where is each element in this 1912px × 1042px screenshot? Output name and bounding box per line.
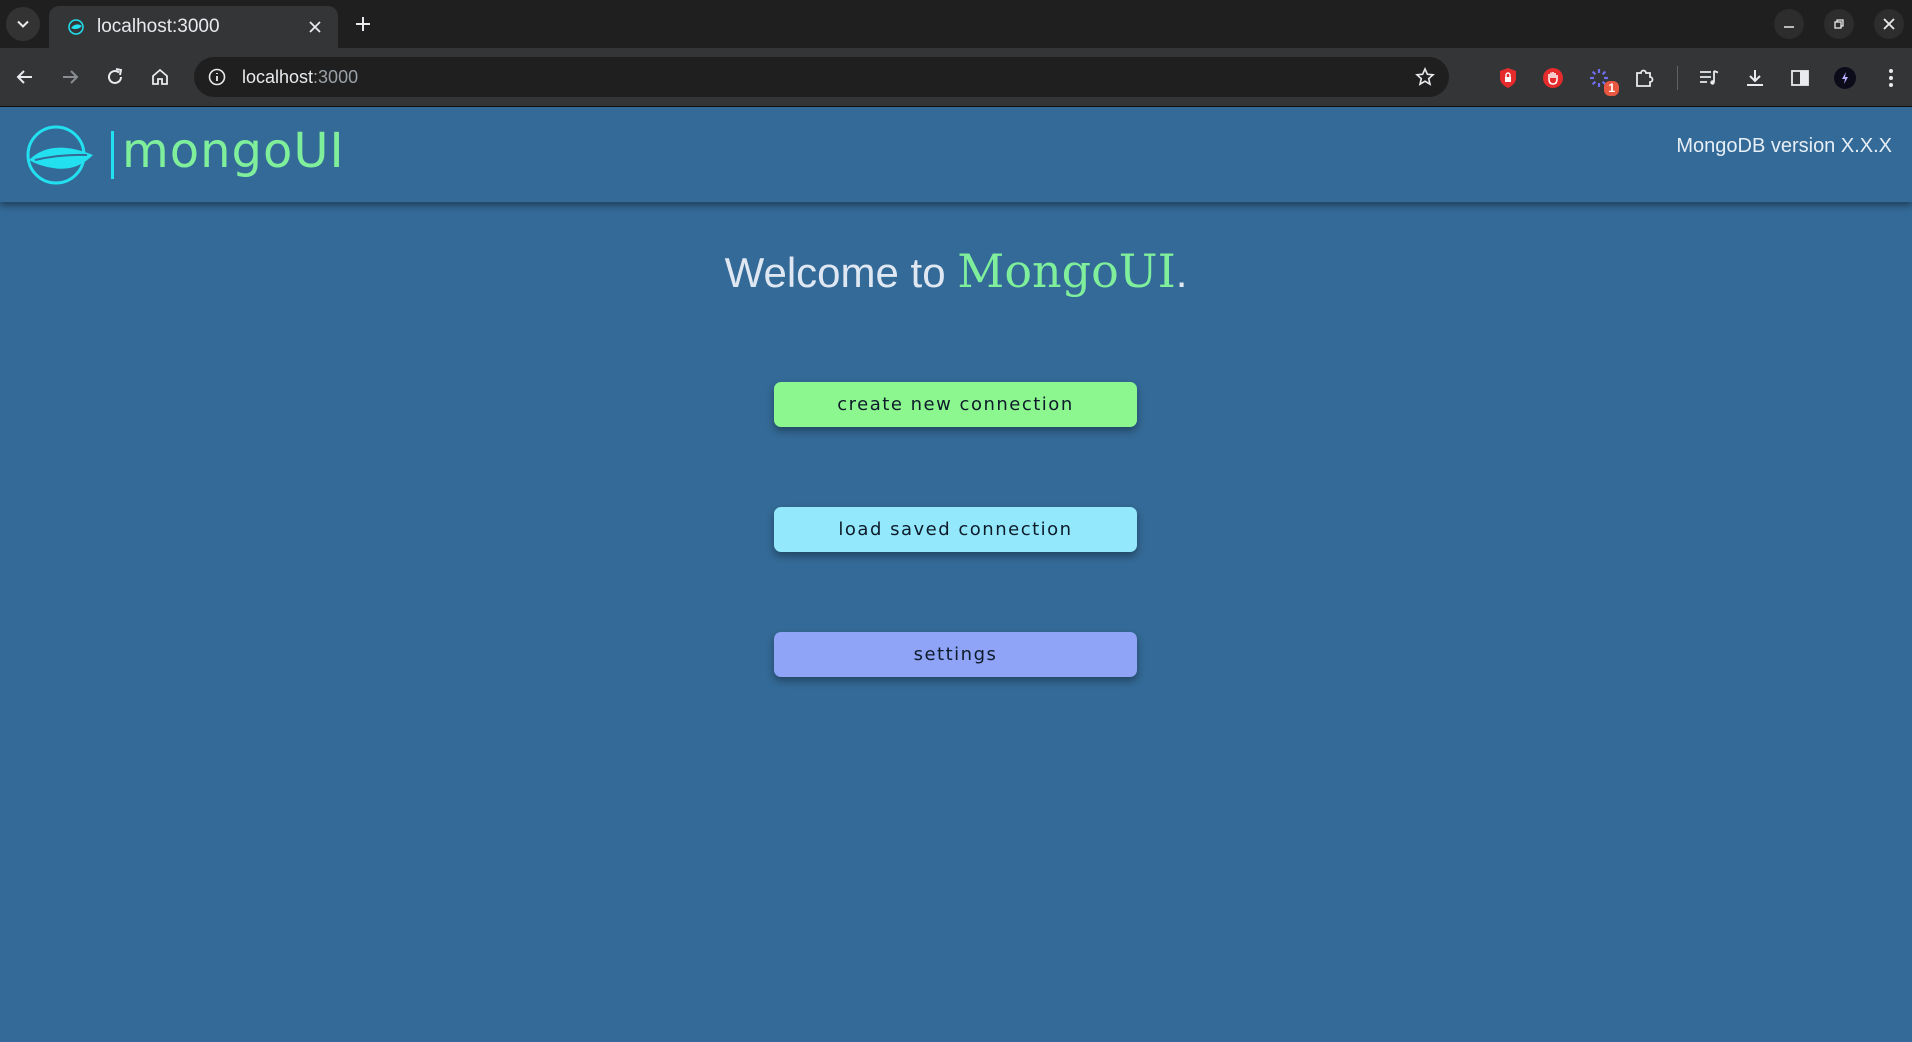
minimize-icon xyxy=(1784,26,1794,28)
app-header: mongoUI MongoDB version X.X.X xyxy=(0,107,1912,202)
logo-divider xyxy=(111,130,114,179)
extension-badge: 1 xyxy=(1604,81,1619,96)
toolbar-divider xyxy=(1677,66,1678,90)
close-tab-icon[interactable] xyxy=(302,14,328,40)
browser-tab-active[interactable]: localhost:3000 xyxy=(49,6,338,48)
welcome-heading: Welcome to MongoUI. xyxy=(0,244,1912,298)
welcome-brand: MongoUI xyxy=(957,244,1176,298)
new-tab-button[interactable] xyxy=(348,9,378,39)
welcome-suffix: . xyxy=(1175,249,1188,296)
leaf-logo-icon xyxy=(26,125,93,184)
puzzle-icon[interactable] xyxy=(1630,64,1658,92)
mongodb-version-label: MongoDB version X.X.X xyxy=(1676,135,1892,157)
profile-avatar-icon[interactable] xyxy=(1831,64,1859,92)
restore-icon xyxy=(1834,19,1844,29)
app-logo[interactable]: mongoUI xyxy=(21,117,345,192)
create-new-connection-button[interactable]: create new connection xyxy=(774,382,1137,427)
url-text: localhost:3000 xyxy=(242,67,358,88)
restore-window-button[interactable] xyxy=(1824,9,1854,39)
load-saved-connection-button[interactable]: load saved connection xyxy=(774,507,1137,552)
tab-title: localhost:3000 xyxy=(97,16,220,37)
welcome-prefix: Welcome to xyxy=(724,249,958,296)
address-bar[interactable]: localhost:3000 xyxy=(194,57,1449,97)
minimize-window-button[interactable] xyxy=(1774,9,1804,39)
reload-button[interactable] xyxy=(98,60,132,94)
tab-search-button[interactable] xyxy=(6,7,40,41)
download-icon[interactable] xyxy=(1741,64,1769,92)
reload-icon xyxy=(108,68,123,84)
browser-tabstrip: localhost:3000 xyxy=(0,0,1912,48)
hand-stop-icon[interactable] xyxy=(1539,64,1567,92)
site-info-icon[interactable] xyxy=(206,66,228,88)
chevron-down-icon xyxy=(17,20,29,28)
home-icon xyxy=(152,68,168,85)
settings-button[interactable]: settings xyxy=(774,632,1137,677)
media-queue-icon[interactable] xyxy=(1695,64,1723,92)
home-button[interactable] xyxy=(143,60,177,94)
back-button[interactable] xyxy=(8,60,42,94)
logo-text: mongoUI xyxy=(122,122,345,179)
plus-icon xyxy=(356,17,370,31)
url-host: localhost xyxy=(242,66,314,87)
url-port: :3000 xyxy=(313,66,359,87)
arrow-left-icon xyxy=(16,70,32,84)
browser-toolbar: localhost:3000 1 xyxy=(0,48,1912,107)
bookmark-star-icon[interactable] xyxy=(1413,65,1437,89)
side-panel-icon[interactable] xyxy=(1786,64,1814,92)
browser-menu-icon[interactable] xyxy=(1877,64,1905,92)
spinner-ext-icon[interactable]: 1 xyxy=(1585,64,1619,96)
arrow-right-icon xyxy=(63,70,79,84)
close-icon xyxy=(1883,18,1895,30)
close-window-button[interactable] xyxy=(1874,9,1904,39)
forward-button[interactable] xyxy=(53,60,87,94)
mongoui-favicon-icon xyxy=(67,18,85,36)
lock-shield-icon[interactable] xyxy=(1494,64,1522,92)
